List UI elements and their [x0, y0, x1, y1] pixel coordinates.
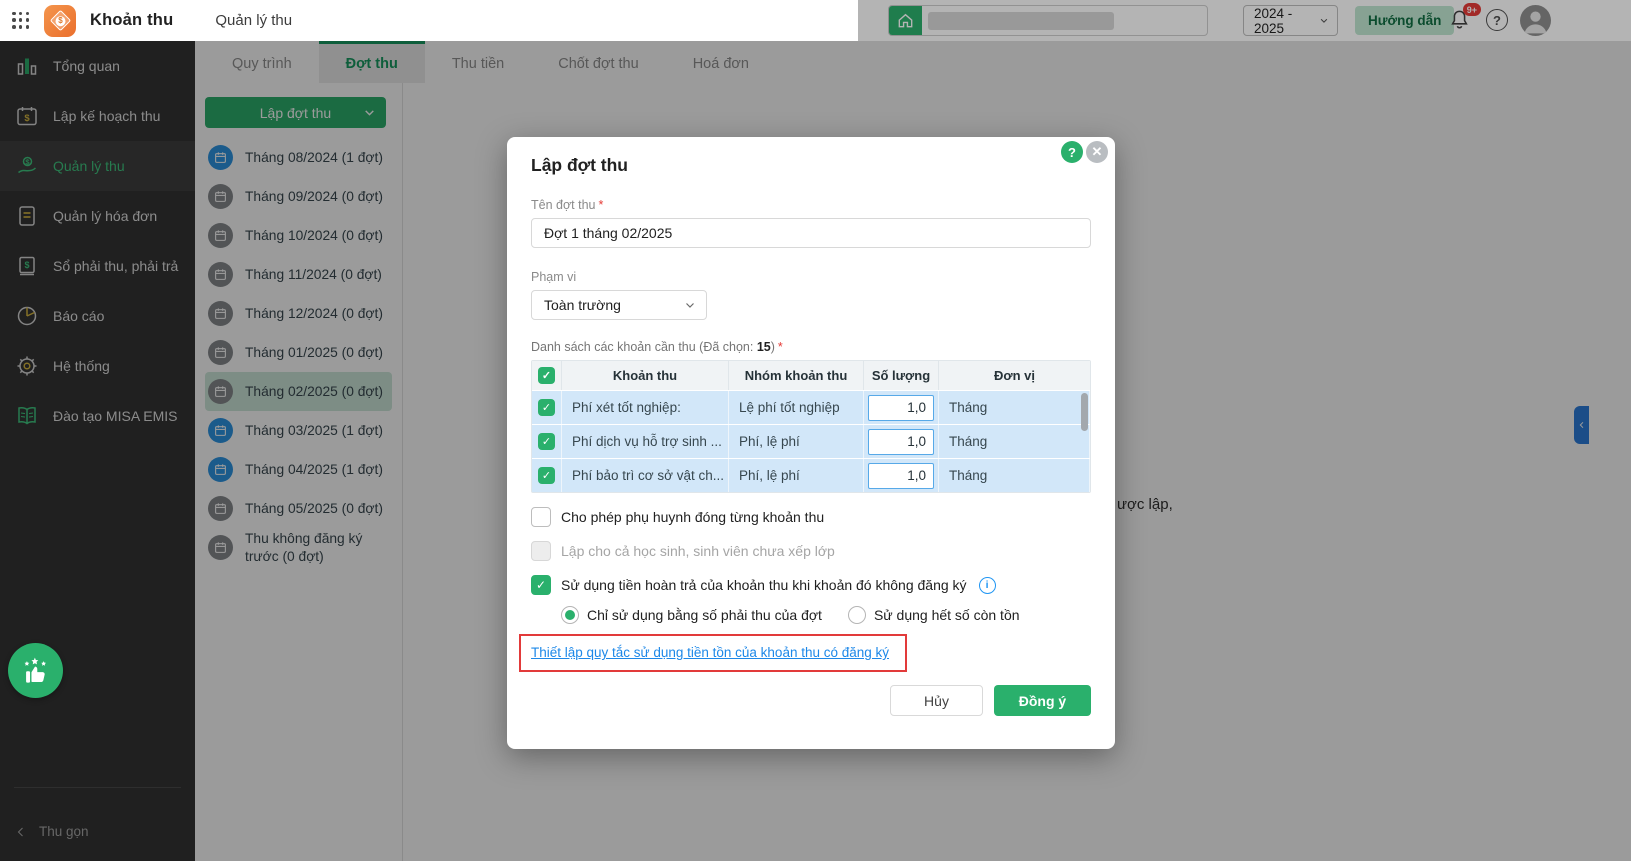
checkbox-label: Sử dụng tiền hoàn trả của khoản thu khi … [561, 577, 967, 593]
radio-use-all-balance[interactable]: Sử dụng hết số còn tồn [847, 606, 1020, 624]
chevron-down-icon [686, 303, 694, 308]
quantity-input[interactable]: 1,0 [868, 462, 934, 489]
row-checkbox[interactable]: ✓ [538, 433, 555, 450]
table-scrollbar[interactable] [1081, 393, 1088, 431]
unit-cell: Tháng [939, 425, 1090, 458]
quantity-input[interactable]: 1,0 [868, 428, 934, 455]
fee-table: ✓ Khoản thu Nhóm khoản thu Số lượng Đơn … [531, 360, 1091, 493]
column-header: Nhóm khoản thu [729, 361, 864, 390]
radio-use-by-receivable[interactable]: Chỉ sử dụng bằng số phải thu của đợt [561, 606, 822, 624]
close-icon[interactable]: ✕ [1086, 141, 1108, 163]
scope-select[interactable]: Toàn trường [531, 290, 707, 320]
fee-group-cell: Phí, lệ phí [729, 459, 864, 492]
checkbox-unchecked[interactable] [531, 507, 551, 527]
checkbox-checked[interactable]: ✓ [531, 575, 551, 595]
row-checkbox[interactable]: ✓ [538, 467, 555, 484]
table-row[interactable]: ✓ Phí xét tốt nghiệp: Lệ phí tốt nghiệp … [532, 390, 1090, 424]
row-checkbox[interactable]: ✓ [538, 399, 555, 416]
fee-group-cell: Lệ phí tốt nghiệp [729, 391, 864, 424]
setup-rule-link[interactable]: Thiết lập quy tắc sử dụng tiền tồn của k… [531, 645, 889, 660]
modal-help-icon[interactable]: ? [1061, 141, 1083, 163]
topbar-module-tab[interactable]: Quản lý thu [215, 12, 292, 29]
khoan-thu-app-icon[interactable]: $ [44, 4, 76, 37]
table-row[interactable]: ✓ Phí bảo trì cơ sở vật ch... Phí, lệ ph… [532, 458, 1090, 492]
unit-cell: Tháng [939, 391, 1090, 424]
select-all-checkbox[interactable]: ✓ [538, 367, 555, 384]
unassigned-students-option: Lập cho cả học sinh, sinh viên chưa xếp … [531, 541, 1091, 561]
fee-list-label: Danh sách các khoản cần thu (Đã chọn: 15… [531, 340, 783, 354]
radio-label: Chỉ sử dụng bằng số phải thu của đợt [587, 607, 822, 623]
refund-usage-radios: Chỉ sử dụng bằng số phải thu của đợt Sử … [561, 606, 1091, 624]
dim-overlay-topright [858, 0, 1631, 41]
scope-label: Phạm vi [531, 270, 577, 284]
required-asterisk: * [598, 198, 604, 212]
fee-table-header: ✓ Khoản thu Nhóm khoản thu Số lượng Đơn … [532, 361, 1090, 390]
column-header: Khoản thu [562, 361, 729, 390]
unit-cell: Tháng [939, 459, 1090, 492]
app-screen: $ Khoản thu Quản lý thu 2024 - 2025 Hướn… [0, 0, 1631, 861]
column-header: Số lượng [864, 361, 939, 390]
radio-unselected-icon [847, 606, 866, 624]
cancel-button[interactable]: Hủy [890, 685, 983, 716]
thumbs-up-stars-icon [24, 657, 46, 683]
quantity-input[interactable]: 1,0 [868, 394, 934, 421]
column-header: Đơn vị [993, 368, 1036, 383]
create-batch-modal: ? ✕ Lập đợt thu Tên đợt thu * Đợt 1 tháng… [507, 137, 1115, 749]
radio-label: Sử dụng hết số còn tồn [873, 607, 1020, 623]
app-grid-icon[interactable] [12, 11, 30, 30]
highlight-box: Thiết lập quy tắc sử dụng tiền tồn của k… [519, 634, 908, 672]
app-title: Khoản thu [90, 11, 174, 29]
background-partial-text: ược lập, [1117, 496, 1173, 513]
modal-title: Lập đợt thu [531, 155, 629, 175]
feedback-fab[interactable] [8, 643, 63, 698]
checkbox-label: Cho phép phụ huynh đóng từng khoản thu [561, 509, 825, 525]
fee-name-cell: Phí dịch vụ hỗ trợ sinh ... [562, 425, 729, 458]
batch-name-label: Tên đợt thu * [531, 198, 604, 212]
info-icon[interactable]: i [978, 576, 996, 594]
fee-group-cell: Phí, lệ phí [729, 425, 864, 458]
required-asterisk: * [777, 340, 783, 354]
checkbox-disabled [531, 541, 551, 561]
fee-name-cell: Phí bảo trì cơ sở vật ch... [562, 459, 729, 492]
scope-value: Toàn trường [544, 297, 621, 313]
radio-selected-icon [561, 606, 579, 624]
fee-table-body: ✓ Phí xét tốt nghiệp: Lệ phí tốt nghiệp … [532, 390, 1090, 492]
fee-name-cell: Phí xét tốt nghiệp: [562, 391, 729, 424]
ok-button[interactable]: Đồng ý [994, 685, 1091, 716]
checkbox-label: Lập cho cả học sinh, sinh viên chưa xếp … [561, 543, 835, 559]
allow-partial-payment-option: Cho phép phụ huynh đóng từng khoản thu [531, 507, 1091, 527]
use-refund-option: ✓ Sử dụng tiền hoàn trả của khoản thu kh… [531, 575, 1091, 595]
modal-actions: Hủy Đồng ý [531, 685, 1091, 716]
batch-name-input[interactable]: Đợt 1 tháng 02/2025 [531, 218, 1091, 248]
table-row[interactable]: ✓ Phí dịch vụ hỗ trợ sinh ... Phí, lệ ph… [532, 424, 1090, 458]
